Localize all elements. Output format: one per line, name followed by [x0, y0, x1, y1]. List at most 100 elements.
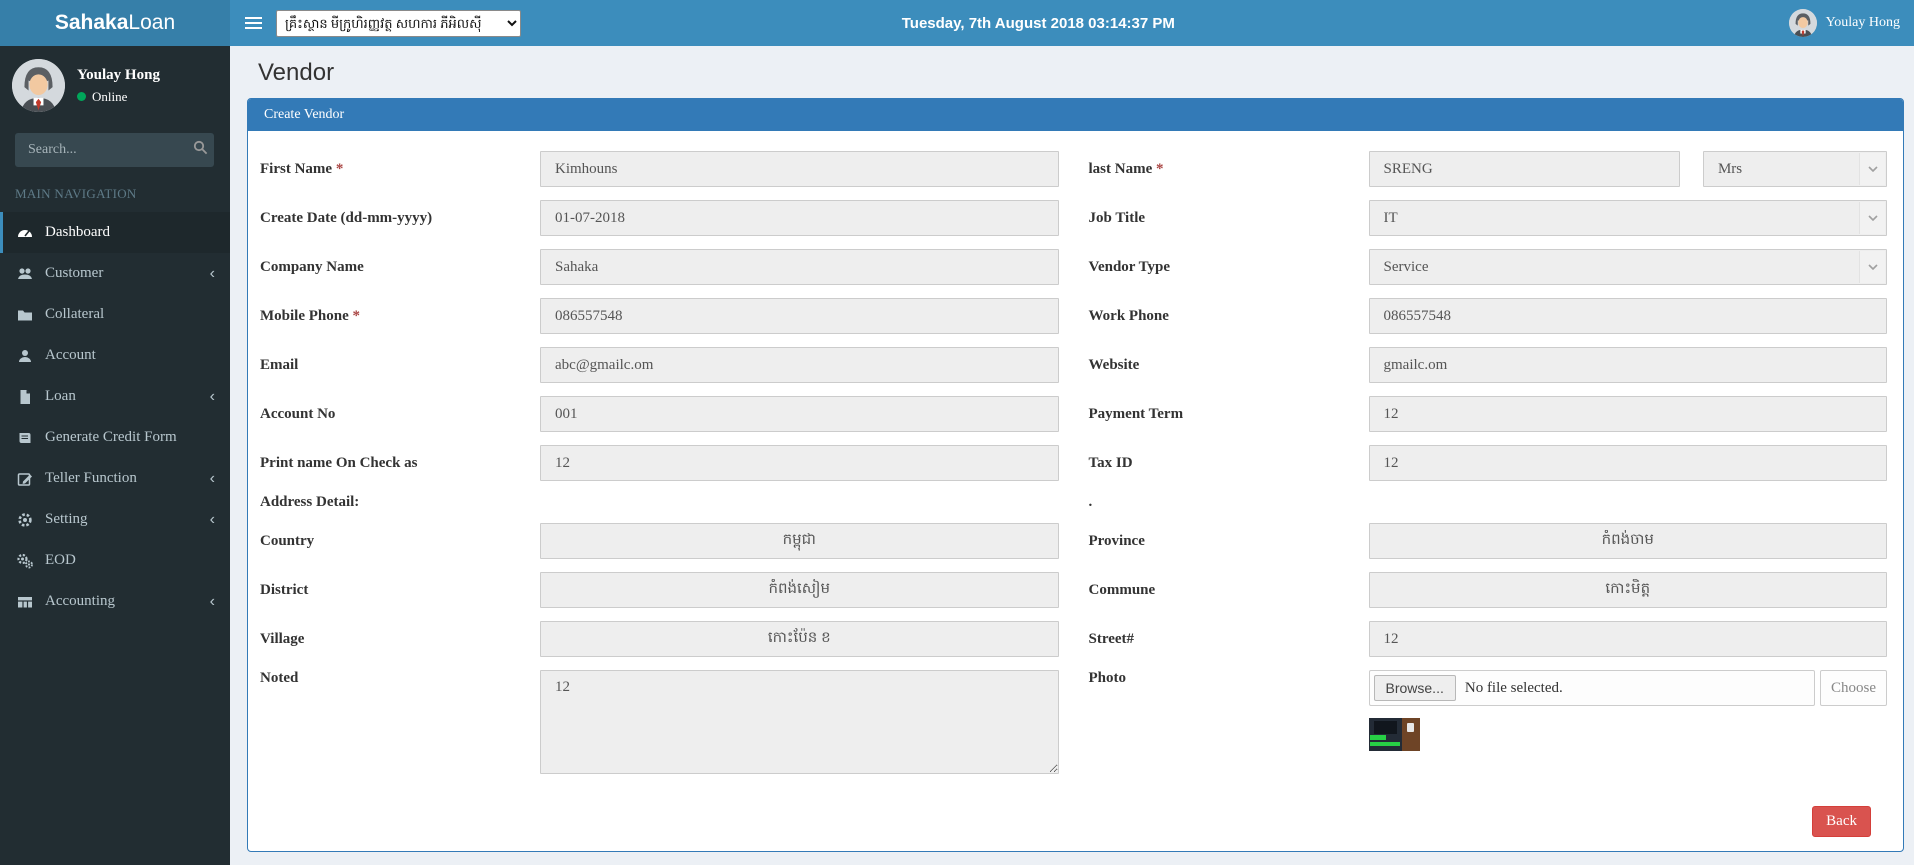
edit-icon [16, 471, 34, 487]
account-no-input[interactable] [540, 396, 1059, 432]
file-icon [16, 389, 34, 405]
sidebar-user-panel: Youlay Hong Online [0, 46, 230, 125]
street-label: Street# [1088, 630, 1135, 647]
header-user-menu[interactable]: Youlay Hong [1788, 9, 1914, 37]
sidebar-item-eod[interactable]: EOD [0, 540, 230, 581]
commune-label: Commune [1088, 581, 1156, 598]
search-input[interactable] [15, 133, 214, 167]
chevron-left-icon: ‹ [209, 387, 215, 405]
noted-textarea[interactable]: 12 [540, 670, 1059, 774]
branch-select[interactable]: គ្រឹះស្ថាន មីក្រូហិរញ្ញវត្ថុ សហការ ភីអិល… [276, 9, 521, 37]
sidebar-item-label: Loan [45, 388, 76, 404]
print-name-input[interactable] [540, 445, 1059, 481]
village-input[interactable] [540, 621, 1059, 657]
brand-light: Loan [128, 11, 176, 34]
create-date-input[interactable] [540, 200, 1059, 236]
top-header: SahakaLoan គ្រឹះស្ថាន មីក្រូហិរញ្ញវត្ថុ … [0, 0, 1914, 46]
district-input[interactable] [540, 572, 1059, 608]
street-input[interactable] [1368, 621, 1887, 657]
sidebar-user-name: Youlay Hong [77, 66, 160, 83]
mobile-phone-input[interactable] [540, 298, 1059, 334]
last-name-label: last Name * [1088, 160, 1164, 177]
book-icon [16, 430, 34, 446]
country-label: Country [260, 532, 315, 549]
browse-button[interactable]: Browse... [1373, 675, 1456, 701]
print-name-label: Print name On Check as [260, 454, 418, 471]
back-button[interactable]: Back [1812, 806, 1871, 837]
job-title-select[interactable]: IT [1368, 200, 1887, 236]
sidebar-item-label: Accounting [45, 593, 115, 609]
sidebar-item-loan[interactable]: Loan ‹ [0, 376, 230, 417]
sidebar-item-label: EOD [45, 552, 76, 568]
province-input[interactable] [1368, 523, 1887, 559]
commune-input[interactable] [1368, 572, 1887, 608]
folder-icon [16, 307, 34, 323]
payment-term-input[interactable] [1368, 396, 1887, 432]
country-input[interactable] [540, 523, 1059, 559]
panel-title: Create Vendor [248, 99, 1903, 131]
company-name-label: Company Name [260, 258, 364, 275]
mobile-phone-label: Mobile Phone * [260, 307, 360, 324]
users-icon [16, 266, 34, 282]
online-status-icon [77, 92, 86, 101]
sidebar-item-generate-credit-form[interactable]: Generate Credit Form [0, 417, 230, 458]
sidebar-item-label: Setting [45, 511, 88, 527]
dashboard-icon [16, 225, 34, 241]
tax-id-label: Tax ID [1088, 454, 1133, 471]
job-title-label: Job Title [1088, 209, 1146, 226]
table-icon [16, 594, 34, 610]
company-name-input[interactable] [540, 249, 1059, 285]
payment-term-label: Payment Term [1088, 405, 1184, 422]
website-input[interactable] [1368, 347, 1887, 383]
tax-id-input[interactable] [1368, 445, 1887, 481]
title-select[interactable]: Mrs [1702, 151, 1887, 187]
photo-label: Photo [1088, 670, 1127, 686]
main-content: Vendor Create Vendor First Name * last N… [230, 46, 1914, 865]
photo-file-input[interactable]: Browse... No file selected. [1368, 670, 1815, 706]
sidebar-item-setting[interactable]: Setting ‹ [0, 499, 230, 540]
first-name-label: First Name * [260, 160, 344, 177]
sidebar-item-label: Generate Credit Form [45, 429, 177, 445]
chevron-left-icon: ‹ [209, 592, 215, 610]
sidebar-item-accounting[interactable]: Accounting ‹ [0, 581, 230, 622]
sidebar-item-dashboard[interactable]: Dashboard [0, 212, 230, 253]
file-status-text: No file selected. [1464, 679, 1563, 696]
hamburger-icon[interactable] [230, 0, 276, 46]
header-datetime: Tuesday, 7th August 2018 03:14:37 PM [901, 14, 1175, 32]
work-phone-label: Work Phone [1088, 307, 1169, 324]
village-label: Village [260, 630, 305, 647]
gears-icon [16, 553, 34, 569]
sidebar-item-account[interactable]: Account [0, 335, 230, 376]
sidebar: Youlay Hong Online MAIN NAVIGATION Dashb… [0, 46, 230, 865]
district-label: District [260, 581, 309, 598]
chevron-down-icon [1859, 251, 1885, 283]
chevron-left-icon: ‹ [209, 264, 215, 282]
vendor-type-label: Vendor Type [1088, 258, 1171, 275]
work-phone-input[interactable] [1368, 298, 1887, 334]
sidebar-item-label: Dashboard [45, 224, 110, 240]
sidebar-item-label: Teller Function [45, 470, 137, 486]
chevron-down-icon [1859, 202, 1885, 234]
sidebar-item-customer[interactable]: Customer ‹ [0, 253, 230, 294]
sidebar-item-teller-function[interactable]: Teller Function ‹ [0, 458, 230, 499]
vendor-type-select[interactable]: Service [1368, 249, 1887, 285]
noted-label: Noted [260, 670, 299, 686]
first-name-input[interactable] [540, 151, 1059, 187]
last-name-input[interactable] [1368, 151, 1680, 187]
create-date-label: Create Date (dd-mm-yyyy) [260, 209, 433, 226]
app-logo[interactable]: SahakaLoan [0, 0, 230, 46]
chevron-down-icon [1859, 153, 1885, 185]
user-avatar-icon [1788, 9, 1817, 37]
sidebar-user-status: Online [92, 88, 128, 104]
choose-button[interactable]: Choose [1820, 670, 1887, 706]
account-no-label: Account No [260, 405, 336, 422]
email-input[interactable] [540, 347, 1059, 383]
user-icon [16, 348, 34, 364]
email-label: Email [260, 356, 299, 373]
top-navbar: គ្រឹះស្ថាន មីក្រូហិរញ្ញវត្ថុ សហការ ភីអិល… [230, 0, 1914, 46]
photo-thumbnail[interactable] [1368, 718, 1420, 751]
sidebar-item-collateral[interactable]: Collateral [0, 294, 230, 335]
search-icon[interactable] [193, 140, 208, 158]
website-label: Website [1088, 356, 1140, 373]
gear-icon [16, 512, 34, 528]
